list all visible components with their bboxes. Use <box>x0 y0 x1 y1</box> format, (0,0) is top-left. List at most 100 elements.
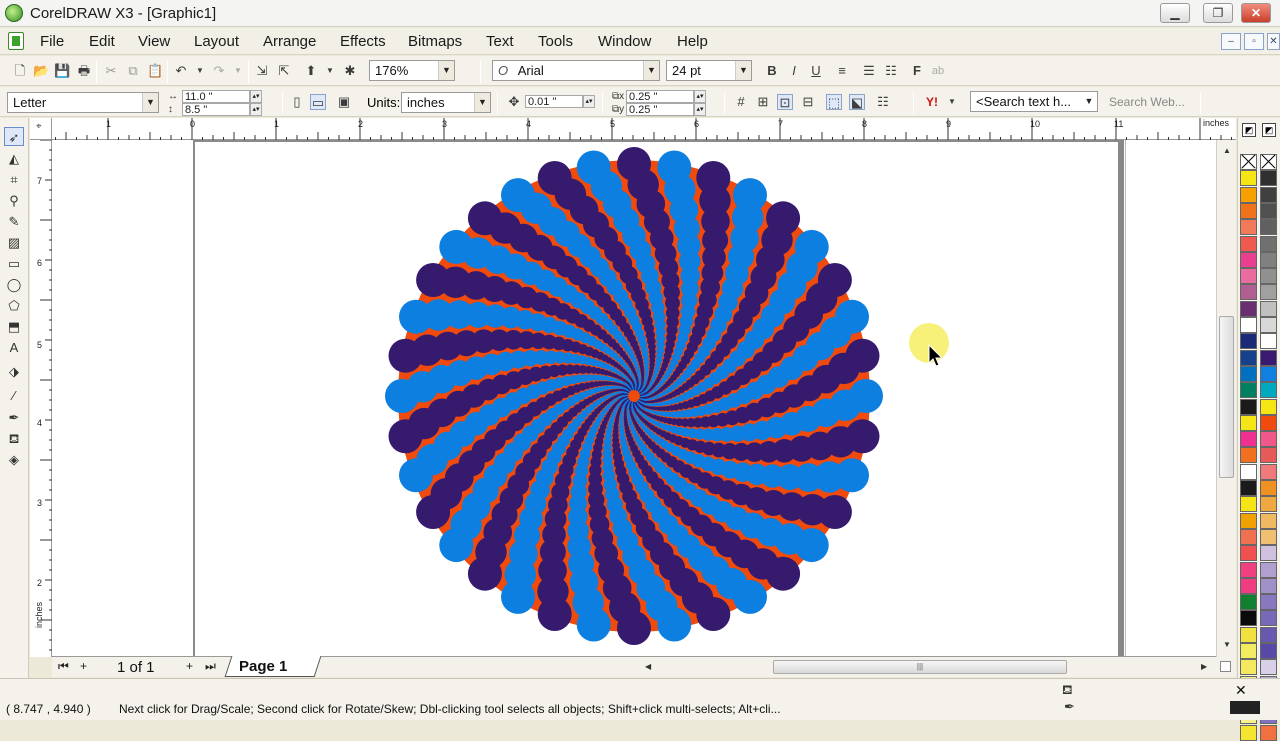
color-swatch[interactable] <box>1260 512 1277 529</box>
scroll-down-icon[interactable]: ▼ <box>1223 640 1231 649</box>
redo-icon[interactable]: ↷ <box>211 63 227 79</box>
color-swatch[interactable] <box>1240 300 1257 317</box>
ruler-origin[interactable]: ⌖ <box>30 118 52 140</box>
color-swatch[interactable] <box>1240 219 1257 236</box>
palette-menu-icon[interactable]: ◩ <box>1242 123 1256 137</box>
copy-icon[interactable]: ⧉ <box>125 63 141 79</box>
add-page-after-icon[interactable]: + <box>186 659 193 673</box>
color-swatch[interactable] <box>1240 659 1257 676</box>
font-list-select[interactable]: O Arial ▼ <box>492 60 660 81</box>
menu-effects[interactable]: Effects <box>340 33 386 50</box>
first-page-icon[interactable]: ⏮ <box>58 659 69 674</box>
bold-icon[interactable]: B <box>764 63 780 79</box>
welcome-screen-icon[interactable]: ✱ <box>342 63 358 79</box>
color-swatch[interactable] <box>1240 610 1257 627</box>
color-swatch[interactable] <box>1260 447 1277 464</box>
color-swatch[interactable] <box>1260 251 1277 268</box>
paste-icon[interactable]: 📋 <box>147 63 163 79</box>
yahoo-logo-icon[interactable]: Y! <box>924 94 940 110</box>
color-swatch[interactable] <box>1240 414 1257 431</box>
eyedropper-tool-icon[interactable]: ⁄ <box>4 386 24 405</box>
launcher-dropdown-icon[interactable]: ▼ <box>322 63 338 79</box>
crop-tool-icon[interactable]: ⌗ <box>4 170 24 189</box>
color-swatch[interactable] <box>1260 365 1277 382</box>
color-swatch[interactable] <box>1260 626 1277 643</box>
color-swatch[interactable] <box>1260 480 1277 496</box>
menu-bitmaps[interactable]: Bitmaps <box>408 33 462 50</box>
color-swatch[interactable] <box>1260 235 1277 252</box>
treat-as-filled-icon[interactable]: ⬚ <box>826 94 842 110</box>
color-swatch[interactable] <box>1240 349 1257 366</box>
color-swatch[interactable] <box>1240 431 1257 448</box>
import-icon[interactable]: ⇲ <box>254 63 270 79</box>
color-swatch[interactable] <box>1240 528 1257 545</box>
text-tool-icon[interactable]: A <box>4 338 24 357</box>
snap-to-objects-icon[interactable]: ⊡ <box>777 94 793 110</box>
nudge-spinner[interactable]: ▴▾ <box>583 95 595 108</box>
vertical-scrollbar[interactable]: ▲ ▼ <box>1216 140 1236 657</box>
color-swatch[interactable] <box>1240 496 1257 513</box>
doc-minimize-button[interactable]: – <box>1221 33 1241 50</box>
font-size-select[interactable]: 24 pt ▼ <box>666 60 752 81</box>
cut-icon[interactable]: ✂ <box>103 63 119 79</box>
doc-restore-button[interactable]: ▫ <box>1244 33 1264 50</box>
drawing-canvas[interactable] <box>52 140 1216 657</box>
basic-shapes-tool-icon[interactable]: ⬒ <box>4 317 24 336</box>
color-swatch[interactable] <box>1260 431 1277 448</box>
color-swatch[interactable] <box>1260 333 1277 350</box>
color-swatch[interactable] <box>1240 202 1257 219</box>
search-text-select[interactable]: <Search text h... ▼ <box>970 91 1098 112</box>
rectangle-tool-icon[interactable]: ▭ <box>4 254 24 273</box>
undo-icon[interactable]: ↶ <box>173 63 189 79</box>
duplicate-x-spinner[interactable]: ▴▾ <box>694 90 706 103</box>
freehand-tool-icon[interactable]: ✎ <box>4 212 24 231</box>
scroll-right-icon[interactable]: ▶ <box>1201 662 1207 671</box>
menu-view[interactable]: View <box>138 33 170 50</box>
scroll-up-icon[interactable]: ▲ <box>1223 146 1231 155</box>
pick-tool-icon[interactable]: ➶ <box>4 127 24 146</box>
color-swatch[interactable] <box>1260 300 1277 317</box>
edit-across-layers-icon[interactable]: ⬕ <box>849 94 865 110</box>
color-swatch[interactable] <box>1240 594 1257 611</box>
color-swatch[interactable] <box>1240 463 1257 480</box>
color-swatch[interactable] <box>1240 398 1257 415</box>
page-tab[interactable]: Page 1 <box>239 658 287 675</box>
snap-to-grid-icon[interactable]: # <box>733 94 749 110</box>
zoom-level-select[interactable]: 176% ▼ <box>369 60 455 81</box>
menu-window[interactable]: Window <box>598 33 651 50</box>
no-color-swatch[interactable] <box>1240 154 1257 170</box>
application-launcher-icon[interactable]: ⬆ <box>303 63 319 79</box>
color-swatch[interactable] <box>1240 251 1257 268</box>
color-swatch[interactable] <box>1240 545 1257 562</box>
character-formatting-icon[interactable]: ☷ <box>883 63 899 79</box>
navigator-icon[interactable] <box>1220 661 1231 672</box>
menu-tools[interactable]: Tools <box>538 33 573 50</box>
options-icon[interactable]: ☷ <box>875 94 891 110</box>
color-swatch[interactable] <box>1260 724 1277 741</box>
minimize-button[interactable]: ▁ <box>1160 3 1190 23</box>
close-button[interactable]: ✕ <box>1241 3 1271 23</box>
color-swatch[interactable] <box>1260 659 1277 676</box>
color-swatch[interactable] <box>1260 610 1277 627</box>
color-swatch[interactable] <box>1260 349 1277 366</box>
coreldraw-app-icon[interactable] <box>5 4 23 22</box>
snap-to-guidelines-icon[interactable]: ⊞ <box>755 94 771 110</box>
new-document-icon[interactable]: 🗋 <box>12 63 28 79</box>
color-swatch[interactable] <box>1260 414 1277 431</box>
color-swatch[interactable] <box>1260 202 1277 219</box>
redo-dropdown-icon[interactable]: ▼ <box>230 63 246 79</box>
vertical-scroll-thumb[interactable] <box>1219 316 1234 478</box>
color-swatch[interactable] <box>1260 594 1277 611</box>
color-swatch[interactable] <box>1260 496 1277 513</box>
color-swatch[interactable] <box>1260 463 1277 480</box>
restore-button[interactable]: ❐ <box>1203 3 1233 23</box>
color-swatch[interactable] <box>1260 170 1277 187</box>
scroll-left-icon[interactable]: ◀ <box>645 662 651 671</box>
width-spinner[interactable]: ▴▾ <box>250 90 262 103</box>
color-swatch[interactable] <box>1240 317 1257 333</box>
duplicate-y-spinner[interactable]: ▴▾ <box>694 103 706 116</box>
menu-edit[interactable]: Edit <box>89 33 115 50</box>
interactive-blend-tool-icon[interactable]: ⬗ <box>4 362 24 381</box>
smart-fill-tool-icon[interactable]: ▨ <box>4 233 24 252</box>
edit-text-icon[interactable]: F <box>909 63 925 79</box>
